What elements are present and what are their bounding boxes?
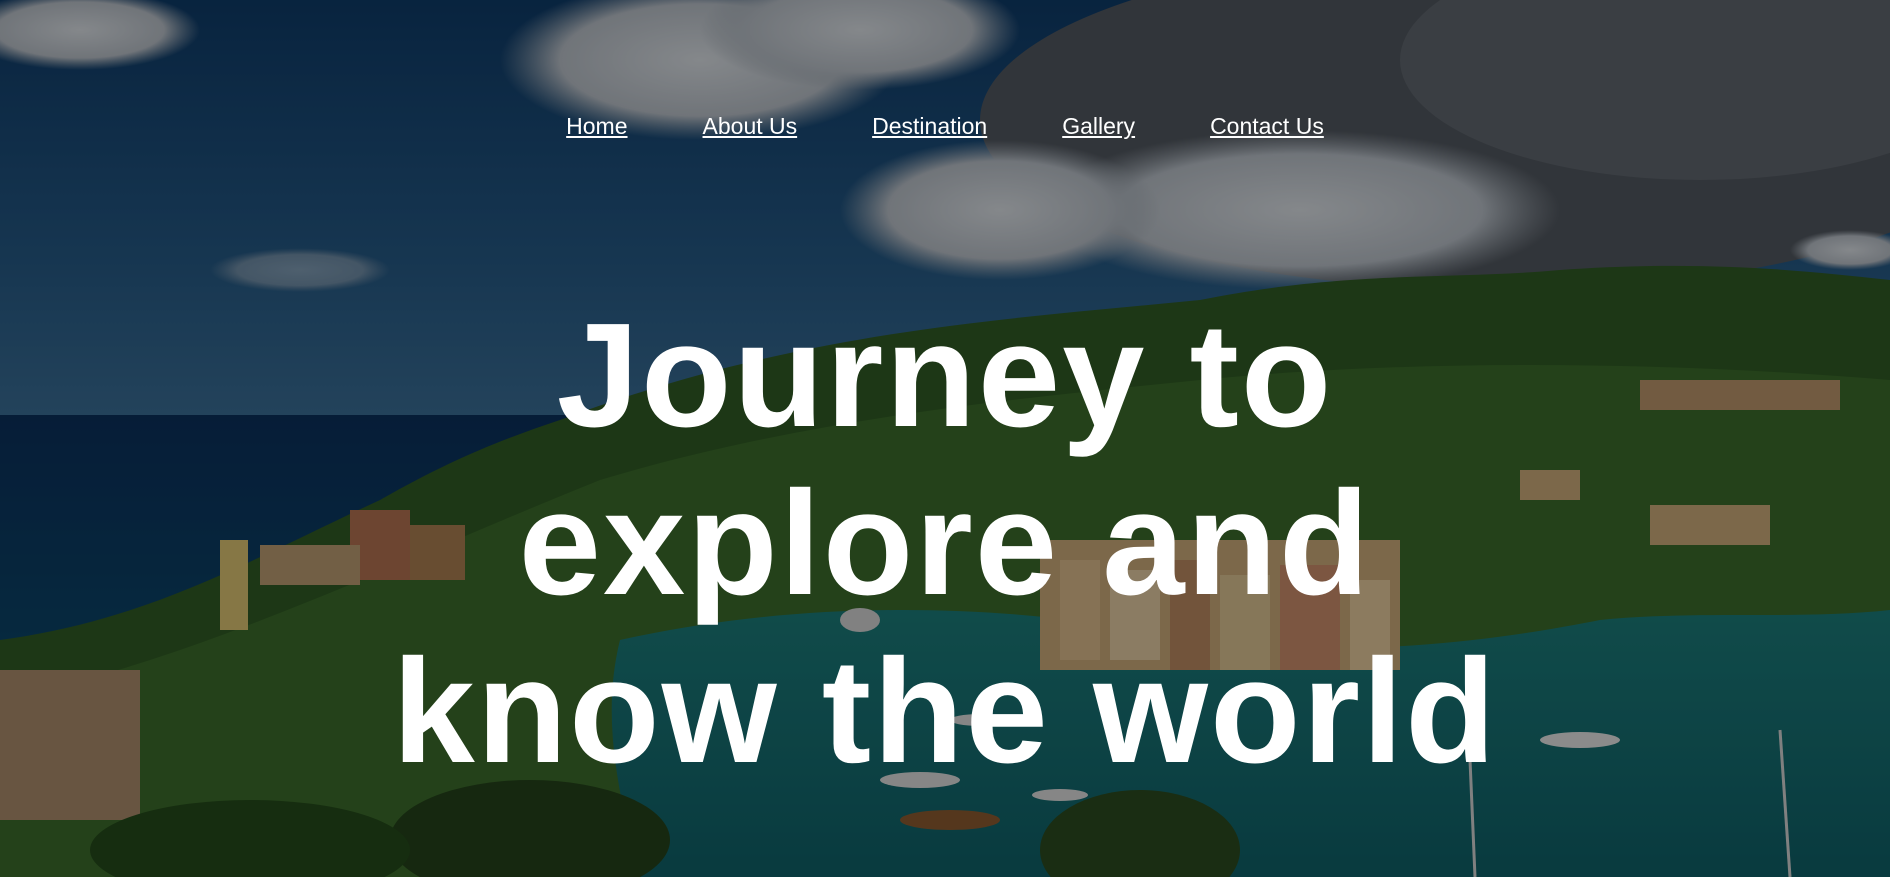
- main-navigation: Home About Us Destination Gallery Contac…: [0, 110, 1890, 142]
- nav-link-destination[interactable]: Destination: [872, 110, 987, 142]
- nav-link-about-us[interactable]: About Us: [703, 110, 798, 142]
- nav-link-contact-us[interactable]: Contact Us: [1210, 110, 1324, 142]
- hero-headline-line-2: explore and: [518, 461, 1372, 626]
- nav-link-home[interactable]: Home: [566, 110, 627, 142]
- hero-headline-line-3: know the world: [392, 629, 1498, 794]
- hero-headline-line-1: Journey to: [556, 293, 1334, 458]
- nav-link-gallery[interactable]: Gallery: [1062, 110, 1135, 142]
- hero-section: Home About Us Destination Gallery Contac…: [0, 0, 1890, 877]
- hero-headline: Journey to explore and know the world: [0, 292, 1890, 796]
